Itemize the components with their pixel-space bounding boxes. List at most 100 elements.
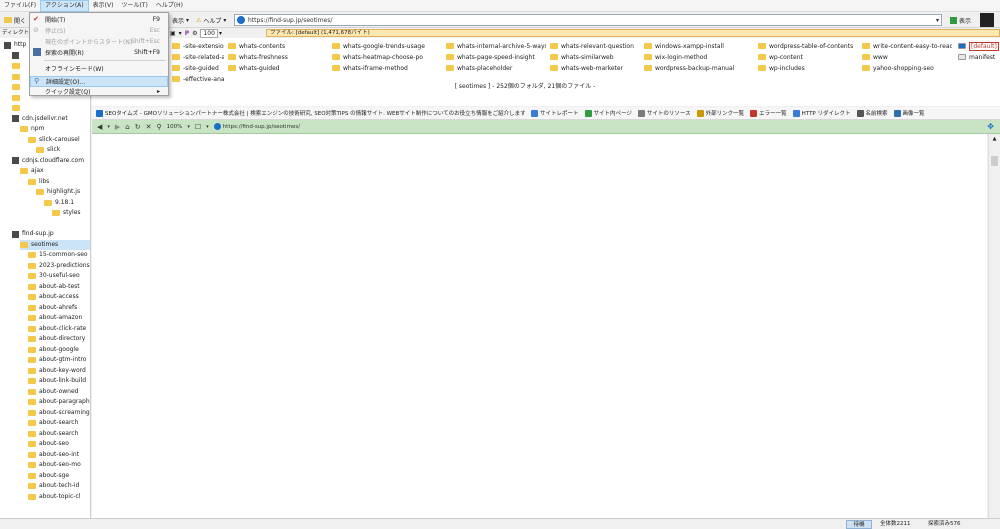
folder-item[interactable]: -site-related-area: [172, 52, 224, 62]
home-icon[interactable]: ⌂: [125, 123, 129, 131]
folder-item[interactable]: whats-contents: [228, 41, 328, 51]
menu-action[interactable]: アクション(A): [40, 0, 89, 12]
tree-folder[interactable]: about-gtm-intro: [28, 355, 90, 365]
back-icon[interactable]: ◀: [97, 123, 102, 131]
menu-item-resume[interactable]: 探索の再開(R) Shift+F9: [30, 47, 168, 58]
tree-host[interactable]: cdnjs.cloudflare.com: [12, 156, 90, 166]
tree-folder[interactable]: about-amazon: [28, 313, 90, 323]
tree-folder[interactable]: about-seo-mo: [28, 460, 90, 470]
stop-icon[interactable]: ✕: [146, 123, 152, 131]
menu-file[interactable]: ファイル(F): [0, 0, 40, 12]
folder-item[interactable]: whats-internal-archive-5-ways: [446, 41, 546, 51]
folder-item[interactable]: manifest: [958, 52, 1000, 62]
report-button[interactable]: サイトのリソース: [637, 109, 691, 117]
folder-item[interactable]: wp-includes: [758, 63, 858, 73]
tree-folder[interactable]: [12, 103, 90, 113]
tree-folder[interactable]: 30-useful-seo: [28, 271, 90, 281]
tree-folder[interactable]: about-seo-int: [28, 450, 90, 460]
folder-item[interactable]: yahoo-shopping-seo: [862, 63, 952, 73]
chevron-down-icon[interactable]: ▾: [187, 124, 190, 130]
report-button[interactable]: サイト内ページ: [584, 109, 632, 117]
folder-item[interactable]: whats-heatmap-choose-po: [332, 52, 442, 62]
menu-item-quick-settings[interactable]: クイック設定(Q) ▸: [30, 86, 168, 97]
print-icon[interactable]: P: [185, 30, 189, 37]
tree-folder[interactable]: about-search: [28, 429, 90, 439]
folder-item[interactable]: whats-page-speed-insight: [446, 52, 546, 62]
zoom-display[interactable]: 100%: [167, 124, 183, 130]
vertical-scrollbar[interactable]: ▲: [988, 134, 1000, 518]
tree-folder[interactable]: about-ab-test: [28, 282, 90, 292]
bookmark-icon[interactable]: ☐: [195, 123, 201, 131]
folder-item[interactable]: wix-login-method: [644, 52, 754, 62]
menu-item-start[interactable]: ✔ 開始(T) F9: [30, 14, 168, 25]
settings-icon[interactable]: ⚙: [192, 30, 197, 37]
folder-item[interactable]: windows-xampp-install: [644, 41, 754, 51]
report-button[interactable]: HTTP リダイレクト: [792, 109, 851, 117]
scroll-up-icon[interactable]: ▲: [991, 136, 998, 142]
menu-tools[interactable]: ツール(T): [117, 0, 151, 12]
tree-folder[interactable]: about-tech-id: [28, 481, 90, 491]
tree-folder[interactable]: about-access: [28, 292, 90, 302]
folder-item[interactable]: whats-relevant-question: [550, 41, 640, 51]
chevron-down-icon[interactable]: ▾: [206, 124, 209, 130]
menu-item-start-from-current[interactable]: 現在のポイントからスタート(N) Shift+Esc: [30, 36, 168, 47]
chevron-down-icon[interactable]: ▾: [107, 124, 110, 130]
report-button[interactable]: 名前検索: [856, 109, 888, 117]
tree-folder[interactable]: about-search: [28, 418, 90, 428]
folder-item[interactable]: -site-extensions: [172, 41, 224, 51]
folder-item[interactable]: whats-freshness: [228, 52, 328, 62]
chevron-down-icon[interactable]: ▾: [179, 30, 182, 37]
folder-item[interactable]: -site-guided: [172, 63, 224, 73]
report-button[interactable]: 画像一覧: [893, 109, 925, 117]
tree-folder[interactable]: slick: [36, 145, 90, 155]
folder-item[interactable]: whats-web-marketer: [550, 63, 640, 73]
folder-item[interactable]: wordpress-backup-manual: [644, 63, 754, 73]
tree-folder[interactable]: about-screaming: [28, 408, 90, 418]
tree-folder[interactable]: about-link-build: [28, 376, 90, 386]
folder-item[interactable]: whats-similarweb: [550, 52, 640, 62]
tree-folder[interactable]: about-click-rate: [28, 324, 90, 334]
folder-item[interactable]: whats-iframe-method: [332, 63, 442, 73]
reload-icon[interactable]: ↻: [135, 123, 141, 131]
directory-tree[interactable]: http cdn.jsdelivr.net npm slick-carousel sli…: [0, 38, 91, 518]
folder-item[interactable]: wordpress-table-of-contents: [758, 41, 858, 51]
web-view[interactable]: [92, 134, 987, 518]
page-title-item[interactable]: SEOタイムズ - GMOソリューションパートナー株式会社 | 検索エンジンの技…: [92, 109, 525, 117]
chevron-down-icon[interactable]: ▾: [936, 17, 939, 24]
tree-folder[interactable]: styles: [52, 208, 90, 218]
tree-folder[interactable]: about-seo: [28, 439, 90, 449]
tree-host[interactable]: cdn.jsdelivr.net: [12, 114, 90, 124]
help-button[interactable]: ⚠ ヘルプ ▾: [194, 14, 228, 26]
folder-item[interactable]: whats-placeholder: [446, 63, 546, 73]
tree-folder[interactable]: ajax: [20, 166, 90, 176]
folder-item[interactable]: www: [862, 52, 952, 62]
tree-host[interactable]: find-sup.jp: [12, 229, 90, 239]
tree-folder[interactable]: libs: [28, 177, 90, 187]
menu-view[interactable]: 表示(V): [89, 0, 118, 12]
folder-item[interactable]: whats-google-trends-usage: [332, 41, 442, 51]
tree-folder[interactable]: slick-carousel: [28, 135, 90, 145]
report-button[interactable]: エラー一覧: [750, 109, 787, 117]
tree-folder[interactable]: npm: [20, 124, 90, 134]
scroll-thumb[interactable]: [991, 156, 998, 166]
tree-folder[interactable]: 15-common-seo: [28, 250, 90, 260]
chevron-down-icon[interactable]: ▾: [219, 30, 222, 37]
save-icon[interactable]: ▣: [170, 30, 176, 37]
tree-folder[interactable]: seotimes: [20, 239, 90, 250]
menu-help[interactable]: ヘルプ(H): [152, 0, 187, 12]
tree-folder[interactable]: 9.18.1: [44, 198, 90, 208]
folder-item[interactable]: wp-content: [758, 52, 858, 62]
folder-item[interactable]: whats-guided: [228, 63, 328, 73]
menu-item-stop[interactable]: ⊘ 停止(S) Esc: [30, 25, 168, 36]
folder-item[interactable]: [default]: [958, 41, 1000, 51]
report-button[interactable]: 外部リンク一覧: [696, 109, 744, 117]
zoom-value[interactable]: 100: [200, 28, 218, 38]
navbar-url[interactable]: https://find-sup.jp/seotimes/: [223, 124, 300, 130]
tree-folder[interactable]: about-ahrefs: [28, 303, 90, 313]
tree-folder[interactable]: about-google: [28, 345, 90, 355]
forward-icon[interactable]: ▶: [115, 123, 120, 131]
search-icon[interactable]: ⚲: [157, 123, 162, 131]
open-button[interactable]: 開く: [2, 14, 28, 26]
tree-folder[interactable]: [12, 219, 90, 229]
view-dropdown[interactable]: 表示 ▾: [170, 14, 191, 26]
